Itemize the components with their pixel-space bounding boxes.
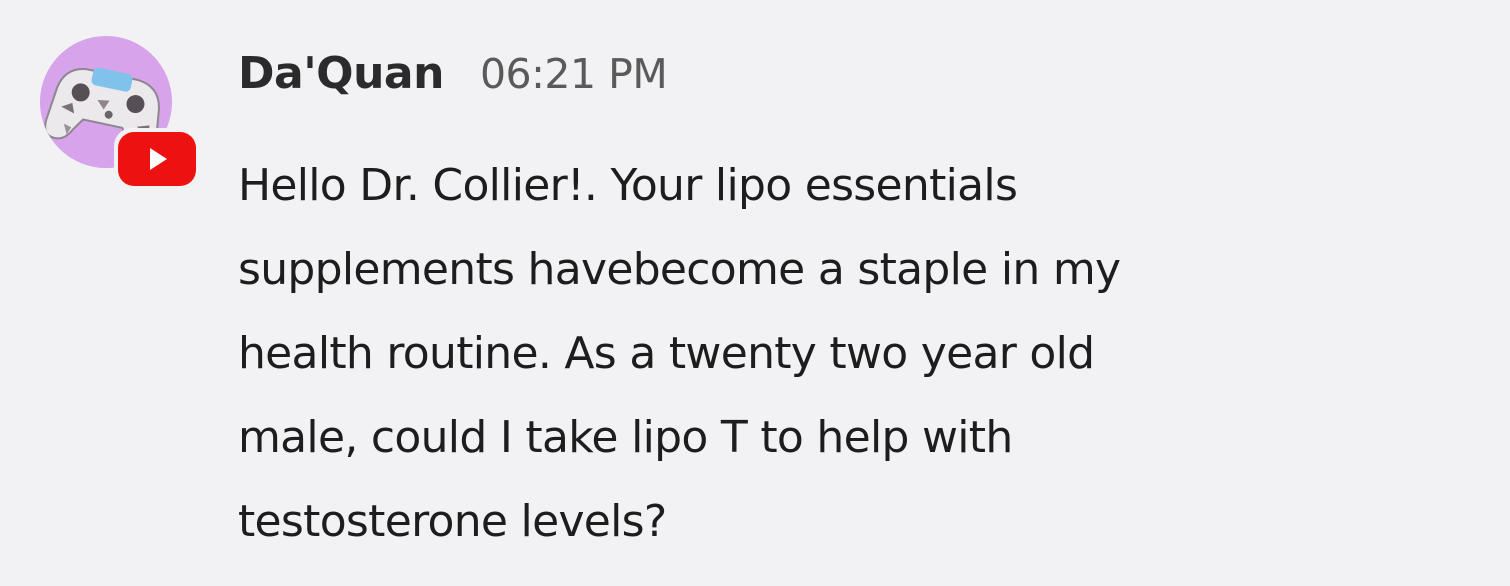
message-header: Da'Quan 06:21 PM [238, 48, 668, 108]
chat-message: Da'Quan 06:21 PM Hello Dr. Collier!. You… [0, 0, 1510, 586]
message-line: health routine. As a twenty two year old [238, 328, 1095, 379]
avatar-group [40, 36, 202, 192]
message-line: testosterone levels? [238, 496, 667, 547]
platform-badge [114, 128, 200, 190]
message-line: male, could I take lipo T to help with [238, 412, 1013, 463]
message-line: Hello Dr. Collier!. Your lipo essentials [238, 160, 1018, 211]
author-name[interactable]: Da'Quan [238, 48, 444, 99]
message-line: supplements havebecome a staple in my [238, 244, 1121, 295]
timestamp: 06:21 PM [479, 50, 668, 98]
youtube-icon [118, 132, 196, 186]
message-body: Hello Dr. Collier!. Your lipo essentials… [238, 144, 1438, 564]
play-icon [150, 148, 167, 170]
